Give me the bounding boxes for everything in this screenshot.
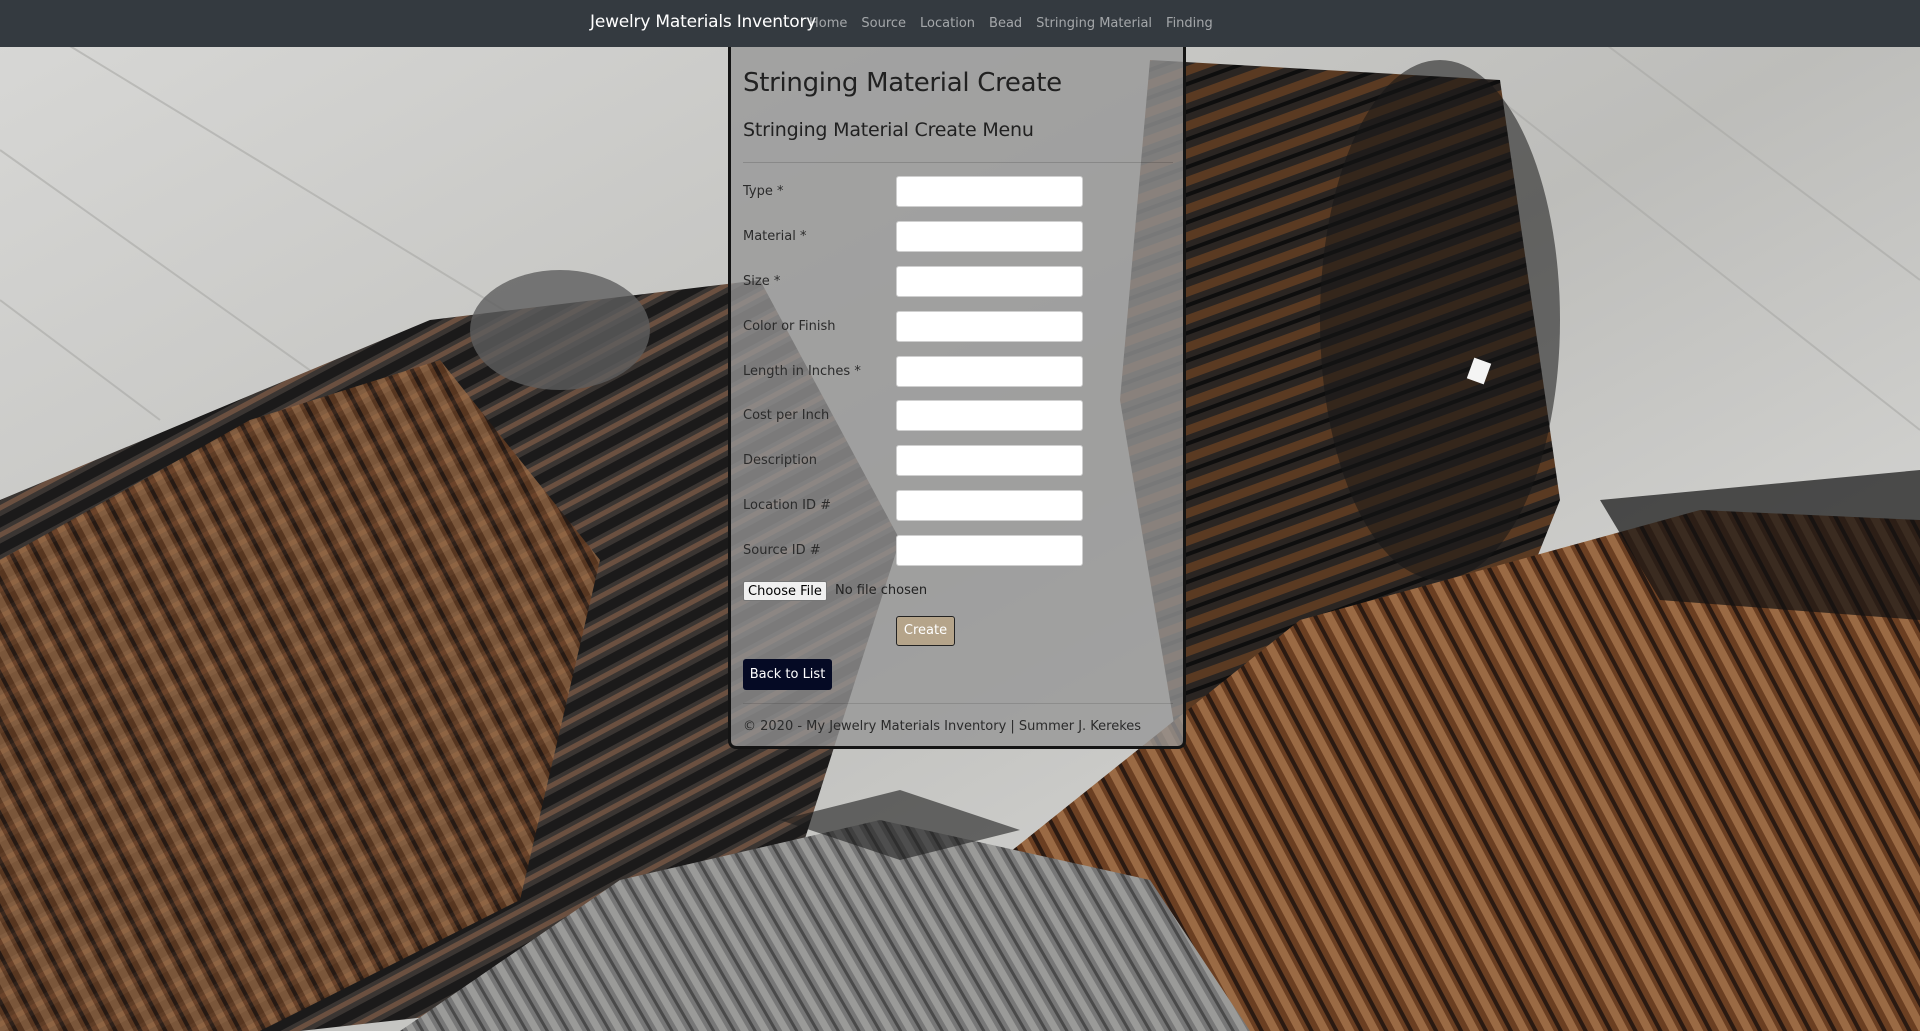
page-title: Stringing Material Create: [743, 68, 1062, 98]
form-row-location-id: Location ID #: [743, 490, 1173, 522]
form-row-source-id: Source ID #: [743, 535, 1173, 567]
color-label: Color or Finish: [743, 319, 836, 334]
length-input[interactable]: [896, 356, 1083, 387]
file-upload: Choose File No file chosen: [743, 580, 927, 602]
source-id-label: Source ID #: [743, 543, 821, 558]
location-id-label: Location ID #: [743, 498, 831, 513]
type-input[interactable]: [896, 176, 1083, 207]
nav-links: Home Source Location Bead Stringing Mate…: [809, 16, 1227, 31]
nav-bead[interactable]: Bead: [989, 16, 1022, 31]
nav-location[interactable]: Location: [920, 16, 975, 31]
create-button[interactable]: Create: [896, 616, 955, 646]
length-label: Length in Inches *: [743, 364, 861, 379]
nav-home[interactable]: Home: [809, 16, 847, 31]
location-id-input[interactable]: [896, 490, 1083, 521]
color-input[interactable]: [896, 311, 1083, 342]
page-subtitle: Stringing Material Create Menu: [743, 119, 1034, 141]
form-row-length: Length in Inches *: [743, 356, 1173, 388]
size-input[interactable]: [896, 266, 1083, 297]
description-input[interactable]: [896, 445, 1083, 476]
form-row-type: Type *: [743, 176, 1173, 208]
material-label: Material *: [743, 229, 807, 244]
choose-file-button[interactable]: Choose File: [743, 580, 827, 601]
cost-label: Cost per Inch: [743, 408, 830, 423]
content-panel: Stringing Material Create Stringing Mate…: [728, 45, 1186, 749]
nav-stringing-material[interactable]: Stringing Material: [1036, 16, 1152, 31]
back-to-list-button[interactable]: Back to List: [743, 659, 832, 690]
file-status: No file chosen: [834, 583, 928, 598]
source-id-input[interactable]: [896, 535, 1083, 566]
top-navbar: Jewelry Materials Inventory Home Source …: [0, 0, 1920, 47]
description-label: Description: [743, 453, 818, 468]
nav-source[interactable]: Source: [861, 16, 906, 31]
form-row-cost: Cost per Inch: [743, 400, 1173, 432]
size-label: Size *: [743, 274, 781, 289]
brand-link[interactable]: Jewelry Materials Inventory: [590, 12, 816, 32]
form-row-size: Size *: [743, 266, 1173, 298]
divider: [743, 162, 1173, 163]
footer-text: © 2020 - My Jewelry Materials Inventory …: [743, 719, 1142, 734]
material-input[interactable]: [896, 221, 1083, 252]
nav-finding[interactable]: Finding: [1166, 16, 1213, 31]
footer-divider: [743, 703, 1173, 704]
form-row-description: Description: [743, 445, 1173, 477]
form-row-material: Material *: [743, 221, 1173, 253]
form-row-color: Color or Finish: [743, 311, 1173, 343]
type-label: Type *: [743, 184, 784, 199]
cost-input[interactable]: [896, 400, 1083, 431]
